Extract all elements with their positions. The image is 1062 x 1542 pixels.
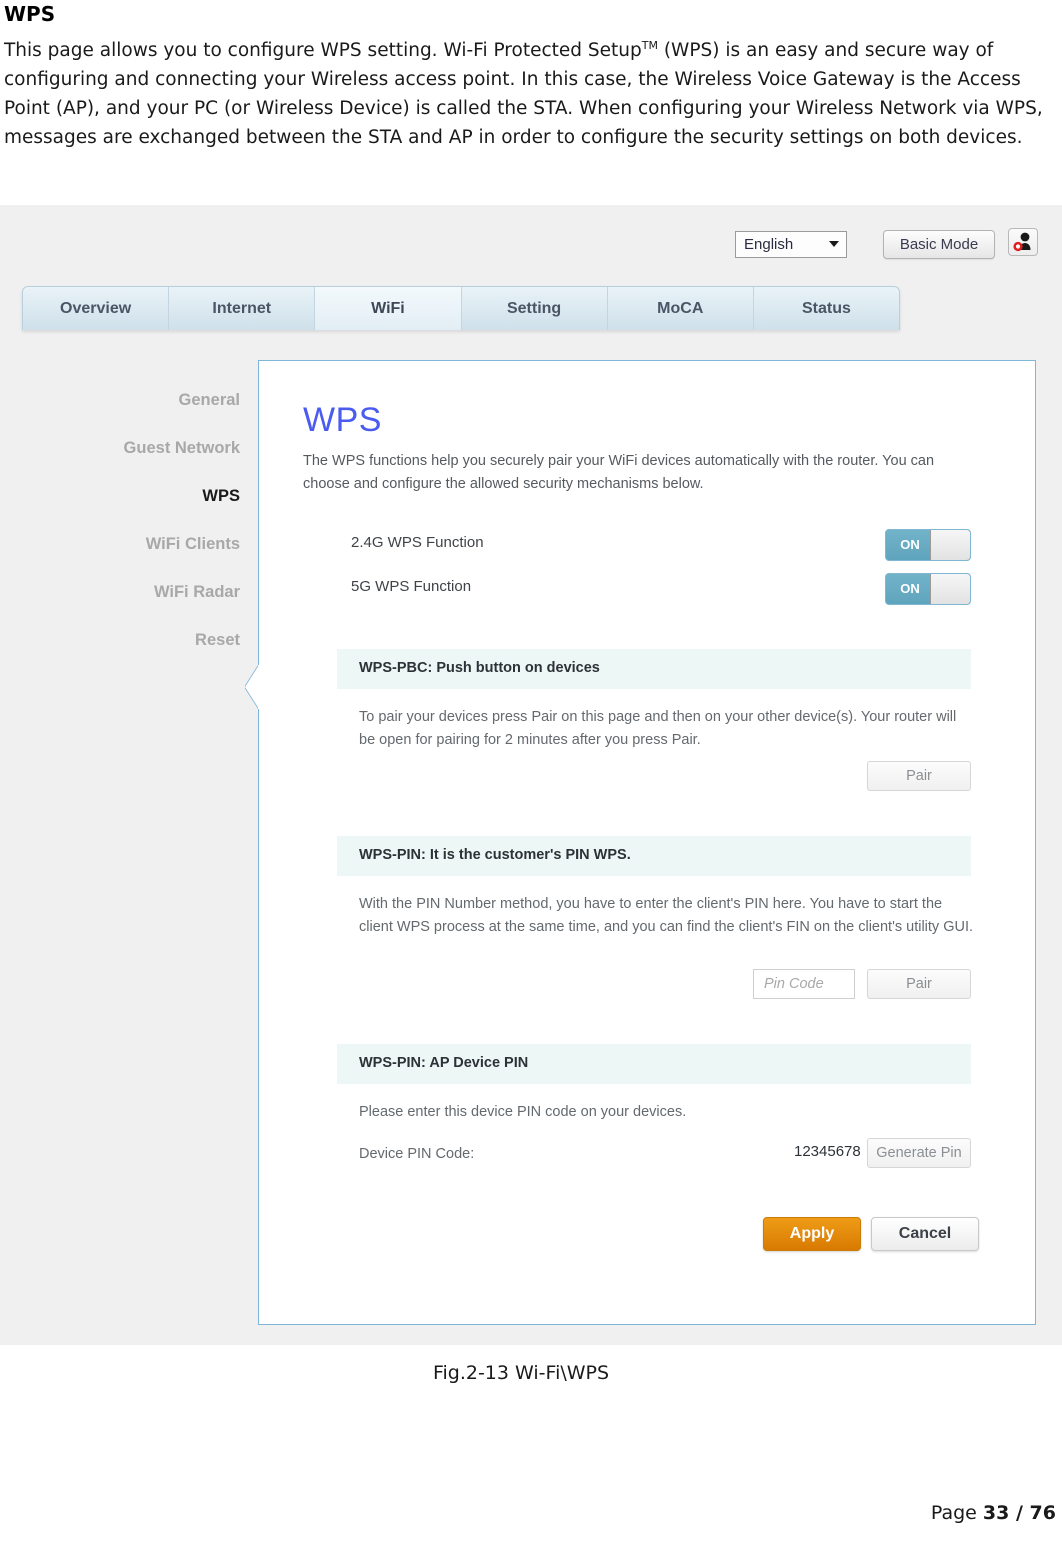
- wps-toggle-5g[interactable]: ON: [885, 573, 971, 605]
- cancel-button[interactable]: Cancel: [871, 1217, 979, 1251]
- sidebar-item-wifi-radar[interactable]: WiFi Radar: [60, 582, 240, 602]
- wps-function-label-5g: 5G WPS Function: [351, 578, 472, 595]
- intro-text-before-tm: This page allows you to configure WPS se…: [4, 40, 642, 61]
- section-header-wps-pin-customer-label: WPS-PIN: It is the customer's PIN WPS.: [359, 847, 631, 863]
- wps-toggle-24g[interactable]: ON: [885, 529, 971, 561]
- tab-setting[interactable]: Setting: [462, 287, 608, 330]
- wps-function-label-24g: 2.4G WPS Function: [351, 534, 484, 551]
- main-nav-tabs: Overview Internet WiFi Setting MoCA Stat…: [22, 286, 900, 330]
- section-header-wps-pbc-label: WPS-PBC: Push button on devices: [359, 660, 600, 676]
- sidebar-item-reset[interactable]: Reset: [60, 630, 240, 650]
- wps-toggle-24g-state: ON: [900, 537, 920, 552]
- wifi-sidebar: General Guest Network WPS WiFi Clients W…: [60, 390, 240, 678]
- tab-overview[interactable]: Overview: [23, 287, 170, 330]
- sidebar-item-general[interactable]: General: [60, 390, 240, 410]
- trademark-superscript: TM: [641, 38, 658, 52]
- wps-content-panel: WPS The WPS functions help you securely …: [245, 360, 1036, 1325]
- language-select[interactable]: English: [735, 231, 847, 258]
- panel-pointer-mask: [258, 665, 260, 709]
- pbc-pair-button[interactable]: Pair: [867, 761, 971, 791]
- router-ui-screenshot: English Basic Mode Overview Internet WiF…: [0, 205, 1062, 1345]
- panel-title: WPS: [303, 401, 382, 439]
- footer-separator: /: [1009, 1502, 1030, 1524]
- user-account-icon: [1013, 232, 1031, 252]
- sidebar-item-guest-network[interactable]: Guest Network: [60, 438, 240, 458]
- wps-function-row-5g: 5G WPS Function ON: [351, 573, 971, 607]
- footer-total-pages: 76: [1029, 1502, 1056, 1524]
- panel-description: The WPS functions help you securely pair…: [303, 453, 935, 492]
- section-header-wps-pin-customer: WPS-PIN: It is the customer's PIN WPS.: [337, 836, 971, 876]
- chevron-down-icon: [829, 241, 839, 247]
- page-title: WPS: [4, 2, 56, 26]
- apply-button[interactable]: Apply: [763, 1217, 861, 1251]
- section-body-wps-pin-customer: With the PIN Number method, you have to …: [359, 896, 973, 935]
- panel-pointer-fill: [245, 665, 259, 709]
- language-select-value: English: [744, 236, 794, 253]
- wps-toggle-5g-state: ON: [900, 581, 920, 596]
- pin-code-input[interactable]: Pin Code: [753, 969, 855, 999]
- section-header-ap-device-pin: WPS-PIN: AP Device PIN: [337, 1044, 971, 1084]
- section-body-ap-device-pin: Please enter this device PIN code on you…: [359, 1104, 687, 1120]
- basic-mode-button[interactable]: Basic Mode: [883, 230, 995, 259]
- device-pin-code-value: 12345678: [794, 1143, 861, 1160]
- figure-caption: Fig.2-13 Wi-Fi\WPS: [0, 1362, 1062, 1384]
- tab-wifi[interactable]: WiFi: [315, 287, 462, 330]
- user-account-button[interactable]: [1008, 228, 1038, 256]
- figure-caption-text: Fig.2-13 Wi-Fi\WPS: [432, 1362, 610, 1384]
- page-footer: Page 33 / 76: [931, 1502, 1056, 1524]
- wps-toggle-24g-knob[interactable]: [930, 530, 970, 560]
- router-topbar: English Basic Mode: [0, 205, 1062, 267]
- section-header-wps-pbc: WPS-PBC: Push button on devices: [337, 649, 971, 689]
- section-body-wps-pbc: To pair your devices press Pair on this …: [359, 709, 957, 748]
- device-pin-code-label: Device PIN Code:: [359, 1146, 475, 1162]
- tab-moca[interactable]: MoCA: [608, 287, 754, 330]
- generate-pin-button[interactable]: Generate Pin: [867, 1138, 971, 1168]
- tab-internet[interactable]: Internet: [169, 287, 316, 330]
- wps-function-row-24g: 2.4G WPS Function ON: [351, 529, 971, 563]
- panel-pointer-notch: [245, 665, 259, 709]
- sidebar-item-wps[interactable]: WPS: [60, 486, 240, 506]
- tab-status[interactable]: Status: [754, 287, 899, 330]
- footer-page-number: 33: [982, 1502, 1010, 1524]
- section-header-ap-device-pin-label: WPS-PIN: AP Device PIN: [359, 1055, 529, 1071]
- footer-page-label: Page: [930, 1502, 983, 1524]
- sidebar-item-wifi-clients[interactable]: WiFi Clients: [60, 534, 240, 554]
- pin-pair-button[interactable]: Pair: [867, 969, 971, 999]
- wps-toggle-5g-knob[interactable]: [930, 574, 970, 604]
- intro-paragraph: This page allows you to configure WPS se…: [4, 36, 1054, 152]
